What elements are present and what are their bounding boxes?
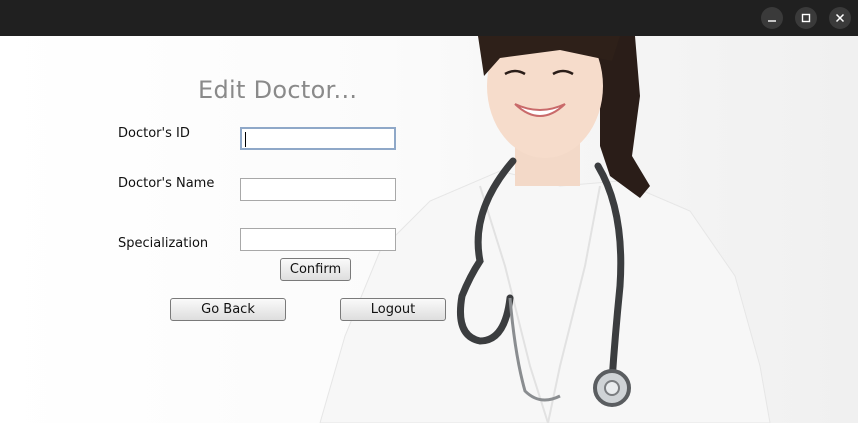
specialization-input[interactable] [240,228,396,251]
text-caret [245,132,246,147]
doctor-background-image [319,36,771,423]
app-window: Edit Doctor... Doctor's ID Doctor's Name… [0,0,858,423]
maximize-icon [801,13,811,23]
maximize-button[interactable] [795,7,817,29]
minimize-button[interactable] [761,7,783,29]
page-title: Edit Doctor... [198,76,358,104]
specialization-label: Specialization [118,236,209,251]
close-button[interactable] [829,7,851,29]
doctor-name-label: Doctor's Name [118,176,215,191]
doctor-id-label: Doctor's ID [118,126,190,141]
title-bar [0,0,858,36]
close-icon [835,13,845,23]
logout-button[interactable]: Logout [340,298,446,321]
doctor-id-input[interactable] [240,127,396,150]
confirm-button[interactable]: Confirm [280,258,351,281]
go-back-button[interactable]: Go Back [170,298,286,321]
doctor-name-input[interactable] [240,178,396,201]
minimize-icon [768,20,776,22]
form-panel: Edit Doctor... Doctor's ID Doctor's Name… [0,36,858,423]
